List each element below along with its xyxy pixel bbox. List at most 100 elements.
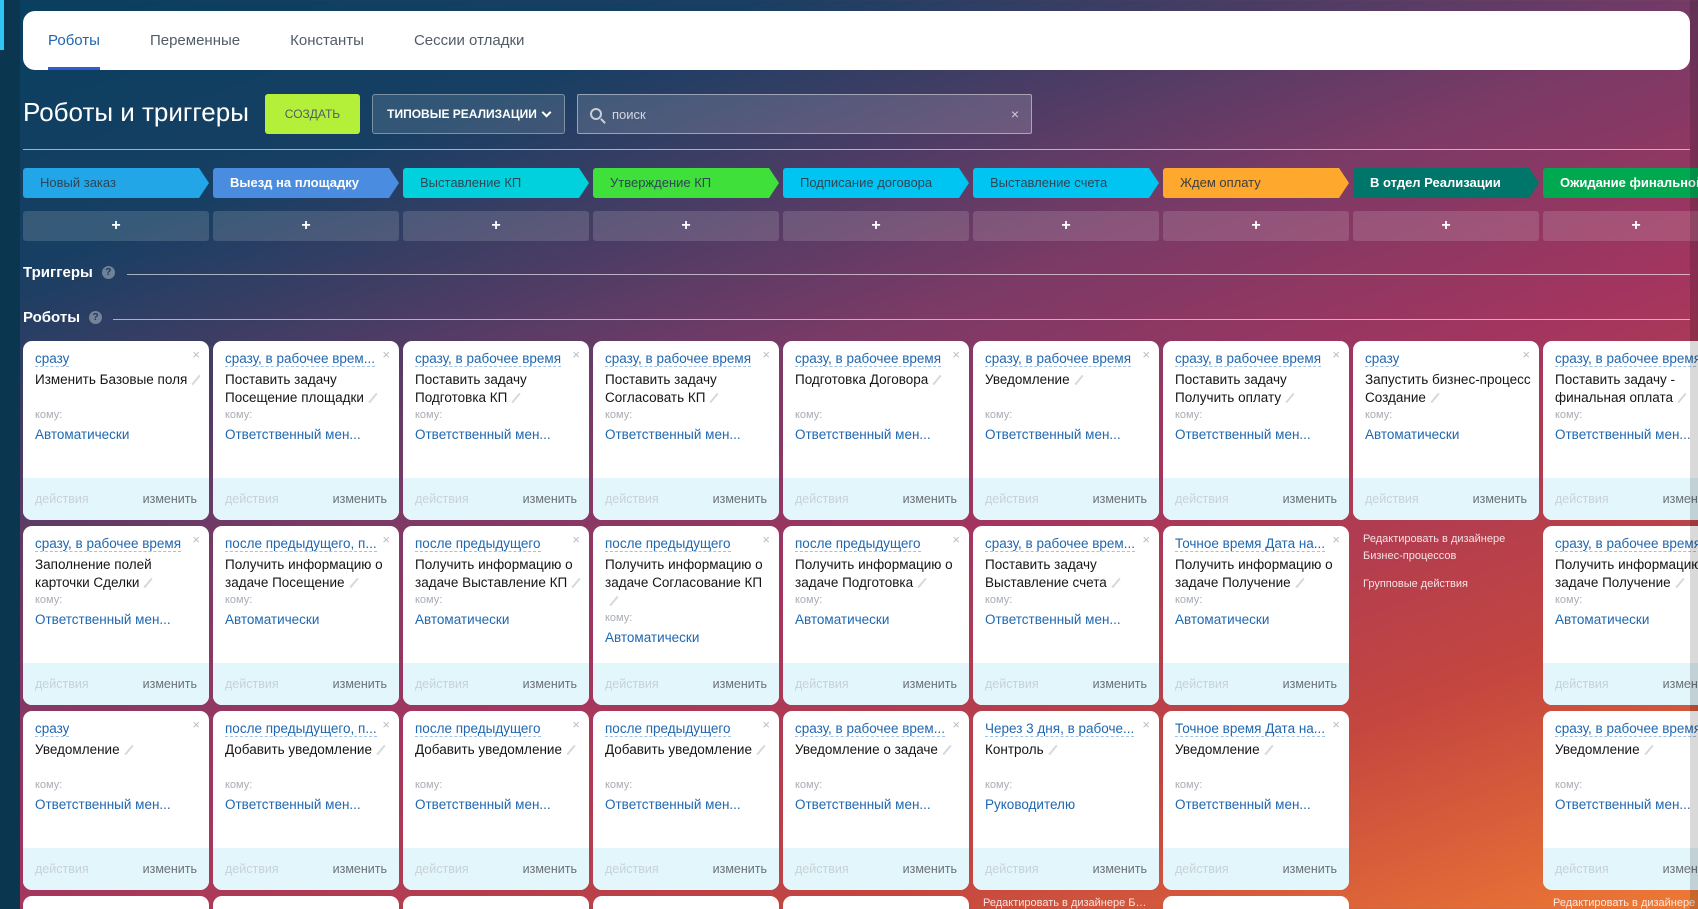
edit-link[interactable]: изменить (523, 492, 577, 506)
robot-card[interactable]: ×сразу, в рабочее времяПоставить задачу … (403, 341, 589, 520)
robot-timing-link[interactable]: сразу, в рабочее время (605, 351, 752, 367)
edit-link[interactable]: изменить (143, 862, 197, 876)
pencil-icon[interactable] (1048, 745, 1058, 756)
edit-link[interactable]: изменить (903, 862, 957, 876)
robot-timing-link[interactable]: после предыдущего (415, 536, 541, 552)
robot-timing-link[interactable]: сразу, в рабочее время (1175, 351, 1322, 367)
stage-3[interactable]: Выставление КП (403, 168, 589, 198)
robot-timing-link[interactable]: Через 3 дня, в рабоче... (985, 721, 1135, 737)
close-icon[interactable]: × (952, 532, 960, 547)
robot-responsible-link[interactable]: Автоматически (795, 612, 889, 627)
add-trigger-button[interactable]: + (973, 211, 1159, 241)
pencil-icon[interactable] (1675, 578, 1685, 589)
robot-card[interactable]: ×сразу, в рабочее времяПоставить задачу … (593, 341, 779, 520)
close-icon[interactable]: × (1142, 347, 1150, 362)
add-trigger-button[interactable]: + (593, 211, 779, 241)
robot-timing-link[interactable]: сразу, в рабочее врем... (795, 721, 945, 737)
robot-responsible-link[interactable]: Ответственный мен... (415, 427, 551, 442)
robot-card[interactable] (23, 896, 209, 909)
robot-timing-link[interactable]: Точное время Дата на... (1175, 721, 1326, 737)
edit-link[interactable]: изменить (143, 492, 197, 506)
edit-in-designer-link[interactable]: Редактировать в дизайнере Бизнес-процесс… (1553, 897, 1698, 909)
edit-link[interactable]: изменить (713, 862, 767, 876)
robot-card[interactable]: × после предыдущего, п... Добавить уведомл… (213, 711, 399, 890)
robot-card[interactable]: × сразу, в рабочее врем... Уведомление о з… (783, 711, 969, 890)
robot-card[interactable]: × после предыдущего Получить информацию о … (403, 526, 589, 705)
robot-card[interactable]: ×сразу, в рабочее времяПоставить задачу … (1543, 341, 1698, 520)
robot-responsible-link[interactable]: Ответственный мен... (1555, 427, 1691, 442)
robot-responsible-link[interactable]: Ответственный мен... (225, 427, 361, 442)
edit-link[interactable]: изменить (903, 492, 957, 506)
robot-card[interactable] (213, 896, 399, 909)
pencil-icon[interactable] (348, 578, 359, 589)
robot-timing-link[interactable]: после предыдущего, п... (225, 721, 377, 737)
robot-card[interactable]: × после предыдущего Добавить уведомление ко… (403, 711, 589, 890)
robot-responsible-link[interactable]: Ответственный мен... (1175, 427, 1311, 442)
robot-responsible-link[interactable]: Ответственный мен... (985, 427, 1121, 442)
robot-responsible-link[interactable]: Ответственный мен... (35, 612, 171, 627)
edit-link[interactable]: изменить (523, 862, 577, 876)
add-trigger-button[interactable]: + (213, 211, 399, 241)
robot-responsible-link[interactable]: Ответственный мен... (795, 797, 931, 812)
robot-responsible-link[interactable]: Автоматически (605, 630, 699, 645)
edit-link[interactable]: изменить (1473, 492, 1527, 506)
robot-card[interactable]: × после предыдущего Получить информацию о … (593, 526, 779, 705)
add-trigger-button[interactable]: + (1543, 211, 1698, 241)
robot-responsible-link[interactable]: Автоматически (225, 612, 319, 627)
robot-timing-link[interactable]: сразу, в рабочее время (1555, 721, 1698, 737)
stage-9[interactable]: Ожидание финальной оплаты (1543, 168, 1698, 198)
stage-6[interactable]: Выставление счета (973, 168, 1159, 198)
close-icon[interactable]: × (572, 717, 580, 732)
robot-card[interactable]: × сразу, в рабочее врем... Поставить задач… (973, 526, 1159, 705)
robot-responsible-link[interactable]: Ответственный мен... (795, 427, 931, 442)
typical-implementations-dropdown[interactable]: ТИПОВЫЕ РЕАЛИЗАЦИИ (372, 94, 565, 134)
tab-debug-sessions[interactable]: Сессии отладки (414, 11, 524, 70)
robot-card[interactable]: × Точное время Дата на... Получить информа… (1163, 526, 1349, 705)
pencil-icon[interactable] (709, 393, 720, 404)
robot-timing-link[interactable]: сразу, в рабочее время (1555, 351, 1698, 367)
close-icon[interactable]: × (1142, 717, 1150, 732)
robot-responsible-link[interactable]: Ответственный мен... (605, 797, 741, 812)
robot-card[interactable] (593, 896, 779, 909)
robot-card[interactable]: ×сразу, в рабочее времяПолучить информац… (1543, 526, 1698, 705)
robot-timing-link[interactable]: после предыдущего (795, 536, 921, 552)
stage-5[interactable]: Подписание договора (783, 168, 969, 198)
robot-card[interactable] (783, 896, 969, 909)
close-icon[interactable]: × (382, 532, 390, 547)
pencil-icon[interactable] (368, 393, 378, 404)
stage-8[interactable]: В отдел Реализации (1353, 168, 1539, 198)
robot-timing-link[interactable]: после предыдущего (605, 536, 731, 552)
robot-timing-link[interactable]: сразу, в рабочее врем... (985, 536, 1135, 552)
robot-timing-link[interactable]: после предыдущего, п... (225, 536, 377, 552)
close-icon[interactable]: × (1522, 347, 1530, 362)
edit-link[interactable]: изменить (333, 492, 387, 506)
robot-responsible-link[interactable]: Ответственный мен... (1175, 797, 1311, 812)
pencil-icon[interactable] (756, 745, 766, 756)
robot-card[interactable]: × после предыдущего Добавить уведомление ко… (593, 711, 779, 890)
robot-timing-link[interactable]: сразу, в рабочее время (985, 351, 1132, 367)
pencil-icon[interactable] (376, 745, 386, 756)
robot-responsible-link[interactable]: Ответственный мен... (605, 427, 741, 442)
robot-responsible-link[interactable]: Ответственный мен... (35, 797, 171, 812)
pencil-icon[interactable] (1111, 578, 1121, 589)
robot-card[interactable]: × сразу, в рабочее врем... Поставить задач… (213, 341, 399, 520)
robot-card[interactable]: × Через 3 дня, в рабоче... Контроль кому: Ру… (973, 711, 1159, 890)
close-icon[interactable]: × (382, 717, 390, 732)
robot-responsible-link[interactable]: Ответственный мен... (225, 797, 361, 812)
close-icon[interactable]: × (572, 532, 580, 547)
robot-timing-link[interactable]: сразу, в рабочее время (415, 351, 562, 367)
close-icon[interactable]: × (572, 347, 580, 362)
help-icon[interactable]: ? (89, 311, 103, 324)
robot-timing-link[interactable]: после предыдущего (415, 721, 541, 737)
pencil-icon[interactable] (1285, 393, 1295, 404)
edit-in-designer-link[interactable]: Редактировать в дизайнере Бизнес-процесс… (983, 897, 1149, 909)
robot-timing-link[interactable]: сразу, в рабочее время (1555, 536, 1698, 552)
robot-card[interactable]: × сразу, в рабочее время Уведомление кому: О… (973, 341, 1159, 520)
add-trigger-button[interactable]: + (23, 211, 209, 241)
robot-responsible-link[interactable]: Руководителю (985, 797, 1075, 812)
robot-card[interactable]: × Точное время Дата на... Уведомление кому:… (1163, 711, 1349, 890)
close-icon[interactable]: × (1332, 717, 1340, 732)
stage-1[interactable]: Новый заказ (23, 168, 209, 198)
close-icon[interactable]: × (1142, 532, 1150, 547)
pencil-icon[interactable] (1643, 745, 1654, 756)
